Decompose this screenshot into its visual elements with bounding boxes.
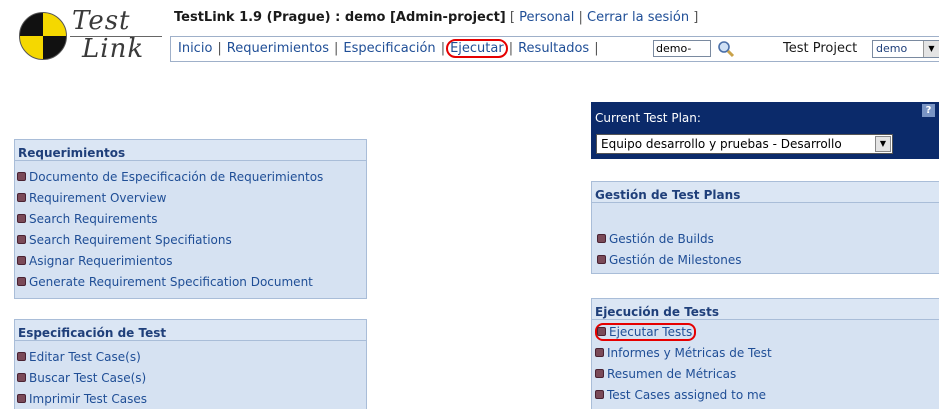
logo-ball-icon — [19, 12, 67, 60]
bullet-icon — [17, 214, 26, 223]
nav-ejecutar[interactable]: Ejecutar — [446, 39, 508, 58]
test-spec-panel: Especificación de Test Editar Test Case(… — [14, 319, 367, 409]
test-plan-value: Equipo desarrollo y pruebas - Desarrollo — [601, 137, 842, 151]
search-req-link[interactable]: Search Requirements — [29, 212, 157, 226]
requirements-panel: Requerimientos Documento de Especificaci… — [14, 139, 367, 299]
requirements-panel-title: Requerimientos — [15, 140, 366, 161]
list-item[interactable]: Documento de Especificación de Requerimi… — [17, 166, 366, 187]
nav-inicio[interactable]: Inicio — [178, 41, 212, 56]
bullet-icon — [595, 369, 604, 378]
list-item[interactable]: Ejecutar Tests — [595, 321, 939, 342]
help-icon[interactable]: ? — [922, 104, 935, 117]
title-bar: TestLink 1.9 (Prague) : demo [Admin-proj… — [174, 10, 699, 25]
req-overview-link[interactable]: Requirement Overview — [29, 191, 166, 205]
bullet-icon — [597, 234, 606, 243]
search-req-spec-link[interactable]: Search Requirement Specifiations — [29, 233, 232, 247]
bullet-icon — [597, 255, 606, 264]
list-item[interactable]: Gestión de Builds — [597, 228, 939, 249]
list-item[interactable]: Search Requirements — [17, 208, 366, 229]
list-item[interactable]: Requirement Overview — [17, 187, 366, 208]
list-item[interactable]: Gestión de Milestones — [597, 249, 939, 270]
test-plan-management-panel: Gestión de Test Plans Gestión de Builds … — [591, 181, 939, 274]
bullet-icon — [17, 193, 26, 202]
logo-text-bottom: Link — [82, 34, 145, 64]
test-plan-select[interactable]: Equipo desarrollo y pruebas - Desarrollo… — [596, 134, 893, 154]
personal-link[interactable]: Personal — [519, 10, 574, 25]
metrics-summary-link[interactable]: Resumen de Métricas — [607, 367, 736, 381]
list-item[interactable]: Buscar Test Case(s) — [17, 367, 366, 388]
search-testcases-link[interactable]: Buscar Test Case(s) — [29, 371, 146, 385]
test-plan-management-title: Gestión de Test Plans — [592, 182, 939, 203]
logout-link[interactable]: Cerrar la sesión — [587, 10, 689, 25]
generate-req-doc-link[interactable]: Generate Requirement Specification Docum… — [29, 275, 313, 289]
nav-requerimientos[interactable]: Requerimientos — [227, 41, 329, 56]
nav-resultados[interactable]: Resultados — [518, 41, 589, 56]
test-execution-title: Ejecución de Tests — [592, 299, 939, 320]
chevron-down-icon[interactable]: ▼ — [875, 136, 891, 152]
bullet-icon — [17, 277, 26, 286]
logo-text-top: Test — [72, 6, 131, 36]
list-item[interactable]: Resumen de Métricas — [595, 363, 939, 384]
list-item[interactable]: Asignar Requerimientos — [17, 250, 366, 271]
list-item[interactable]: Search Requirement Specifiations — [17, 229, 366, 250]
bullet-icon — [17, 256, 26, 265]
nav-especificacion[interactable]: Especificación — [343, 41, 435, 56]
testlink-logo: Test Link — [14, 6, 164, 66]
current-test-plan-label: Current Test Plan: — [595, 111, 701, 125]
test-project-value: demo — [876, 42, 908, 55]
edit-testcases-link[interactable]: Editar Test Case(s) — [29, 350, 141, 364]
bullet-icon — [595, 390, 604, 399]
app-title: TestLink 1.9 (Prague) : demo [Admin-proj… — [174, 10, 506, 25]
testcase-search-input[interactable] — [653, 40, 711, 57]
manage-builds-link[interactable]: Gestión de Builds — [609, 232, 714, 246]
list-item[interactable]: Informes y Métricas de Test — [595, 342, 939, 363]
chevron-down-icon[interactable]: ▼ — [923, 41, 939, 57]
bullet-icon — [17, 352, 26, 361]
list-item[interactable]: Editar Test Case(s) — [17, 346, 366, 367]
bullet-icon — [597, 327, 606, 336]
test-project-select[interactable]: demo ▼ — [872, 40, 939, 58]
magnifier-icon[interactable] — [717, 40, 735, 58]
list-item[interactable]: Generate Requirement Specification Docum… — [17, 271, 366, 292]
list-item[interactable]: Imprimir Test Cases — [17, 388, 366, 409]
list-item[interactable]: Test Cases assigned to me — [595, 384, 939, 405]
main-navbar: Inicio | Requerimientos | Especificación | Eje… — [170, 36, 939, 62]
print-testcases-link[interactable]: Imprimir Test Cases — [29, 392, 147, 406]
bullet-icon — [17, 373, 26, 382]
assign-req-link[interactable]: Asignar Requerimientos — [29, 254, 172, 268]
bullet-icon — [17, 394, 26, 403]
bullet-icon — [17, 172, 26, 181]
highlight-ring: Ejecutar Tests — [595, 322, 697, 341]
execute-tests-link[interactable]: Ejecutar Tests — [609, 325, 692, 339]
current-test-plan-box: Current Test Plan: ? Equipo desarrollo y… — [591, 102, 939, 159]
test-execution-panel: Ejecución de Tests Ejecutar Tests Inform… — [591, 298, 939, 409]
assigned-testcases-link[interactable]: Test Cases assigned to me — [607, 388, 766, 402]
test-reports-link[interactable]: Informes y Métricas de Test — [607, 346, 772, 360]
test-spec-panel-title: Especificación de Test — [15, 320, 366, 341]
req-spec-doc-link[interactable]: Documento de Especificación de Requerimi… — [29, 170, 323, 184]
bullet-icon — [595, 348, 604, 357]
manage-milestones-link[interactable]: Gestión de Milestones — [609, 253, 742, 267]
bullet-icon — [17, 235, 26, 244]
test-project-label: Test Project — [783, 41, 858, 56]
